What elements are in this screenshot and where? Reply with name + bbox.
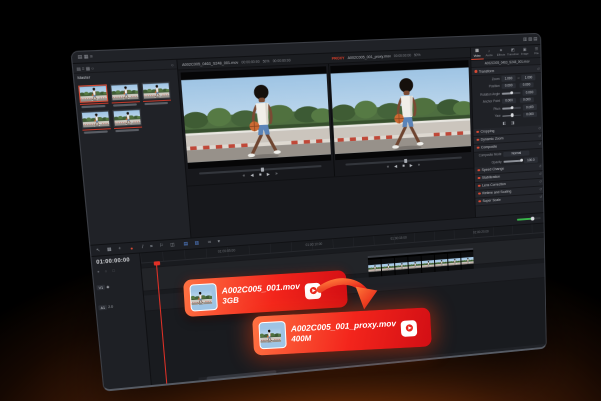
clip-caption [115,129,139,132]
opacity-slider[interactable] [503,160,522,163]
tab-transition[interactable]: ◩Transition [507,46,519,59]
rotation-slider[interactable] [502,92,521,94]
value-field[interactable]: 1.000 [501,75,515,81]
media-clip-thumbnail[interactable] [81,110,111,128]
source-duration: 00:00:00:00 [272,58,290,63]
value-field[interactable]: 0.000 [520,97,534,103]
lock-icon[interactable]: ◉ [106,285,110,289]
tab-audio[interactable]: ♪Audio [483,47,495,60]
tab-image[interactable]: ▣Image [519,45,531,58]
track-option-icons[interactable]: ● ○ □ [97,268,117,274]
value-field[interactable]: 0.000 [523,111,537,117]
timeline-zoom-level[interactable]: 50% [414,52,421,56]
source-file-thumbnail [189,283,218,312]
proxy-status-badge: PROXY [332,56,345,61]
yaw-slider[interactable] [502,114,521,116]
snap-flag-icons[interactable]: ▤ ▥ [183,240,202,247]
media-clip-thumbnail[interactable] [110,83,140,101]
playhead-handle[interactable] [153,261,160,266]
value-field[interactable]: 0.000 [502,98,516,104]
track-header-a1[interactable]: A1 2.0 [98,302,143,311]
inspector-panel: ▦Video ♪Audio ✷Effects ◩Transition ▣Imag… [470,45,545,217]
source-viewer-video[interactable] [181,66,332,169]
timeline-viewer-video[interactable] [330,60,471,160]
media-pool-view-icons[interactable]: ▤ ≡ ▦ ○ [76,65,94,71]
tab-video[interactable]: ▦Video [471,47,483,60]
clip-caption [81,105,105,108]
proxy-file-thumbnail [258,321,286,349]
media-clip-thumbnail[interactable] [142,82,171,100]
source-clip-name[interactable]: A002C005_0463_S248_001.mov [182,60,239,67]
clip-caption [84,130,108,133]
value-field[interactable]: 0.000 [522,89,536,95]
panel-toggle-icons-left[interactable]: ▤ ▦ ≡ [77,53,93,60]
clip-caption [113,103,137,106]
timeline-timecode-display: 01:00:00:00 [96,257,130,266]
link-icon[interactable]: ∞ [517,76,519,80]
media-pool-panel: ▤ ≡ ▦ ○ ○ Master [73,60,192,245]
media-clip-thumbnail[interactable] [112,109,142,127]
media-clip-thumbnail[interactable] [78,84,108,103]
timeline-timecode: 00:00:00:00 [394,53,411,58]
edit-tool-icons[interactable]: ↖ ▦ + [96,245,124,253]
source-zoom-level[interactable]: 50% [263,59,270,64]
timeline-zoom-slider[interactable] [517,217,541,221]
value-field[interactable]: 0.000 [523,104,537,110]
value-field[interactable]: 100.0 [524,157,538,163]
timeline-clip-name[interactable]: A002C005_001_proxy.mov [347,54,390,60]
track-header-v1[interactable]: V1 ◉ [96,282,141,291]
value-field[interactable]: 0.000 [502,83,516,89]
tab-effects[interactable]: ✷Effects [495,46,507,59]
section-enable-dot[interactable] [474,70,476,73]
value-field[interactable]: 1.000 [521,74,535,80]
marketing-canvas: ▤ ▦ ≡ ▥ ▧ ▤ A002C005_0463_S248_001.mov 0… [0,0,601,401]
reset-icon[interactable]: ↺ [537,67,540,71]
panel-toggle-icons-right[interactable]: ▥ ▧ ▤ [523,36,538,43]
video-file-icon [401,320,418,337]
search-icon[interactable]: ○ [171,62,174,67]
value-field[interactable]: 0.000 [519,82,533,88]
dual-viewer-area: « ◀ ■ ▶ » « ◀ ■ ▶ » [178,58,475,238]
source-timecode: 00:00:00:00 [241,59,259,64]
tab-file[interactable]: ☰File [530,45,542,58]
audio-icon: ♪ [488,49,490,53]
flip-buttons[interactable]: ◧ ◨ [502,120,516,126]
trim-tool-icons[interactable]: / ≡ ⚐ ◫ [142,242,178,251]
record-icon[interactable]: ● [130,245,136,250]
pitch-slider[interactable] [502,107,521,109]
clip-caption [144,102,168,105]
marker-icons[interactable]: ∞ ▾ [208,238,223,245]
